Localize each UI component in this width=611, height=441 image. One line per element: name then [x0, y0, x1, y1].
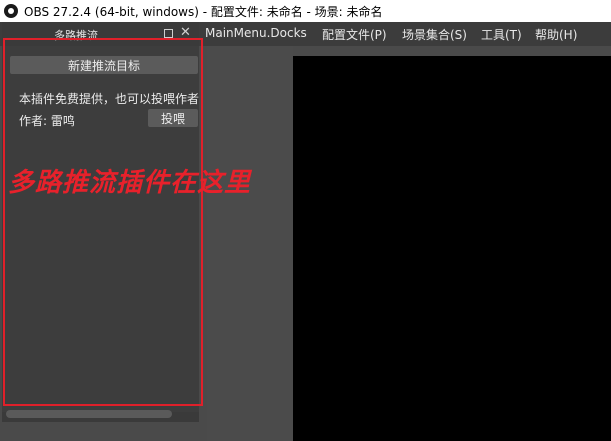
window-title: OBS 27.2.4 (64-bit, windows) - 配置文件: 未命名…: [24, 4, 383, 19]
menu-profile[interactable]: 配置文件(P): [322, 26, 387, 43]
preview-canvas[interactable]: [293, 56, 611, 441]
menu-tools[interactable]: 工具(T): [481, 26, 522, 43]
horizontal-scrollbar[interactable]: [6, 410, 172, 418]
annotation-text: 多路推流插件在这里: [8, 168, 252, 198]
menu-docks[interactable]: MainMenu.Docks: [205, 26, 307, 40]
window-titlebar: OBS 27.2.4 (64-bit, windows) - 配置文件: 未命名…: [0, 0, 611, 22]
dock-area-background: [207, 46, 293, 441]
menu-help[interactable]: 帮助(H): [535, 26, 577, 43]
obs-logo-icon: [4, 4, 18, 18]
menu-scene-collection[interactable]: 场景集合(S): [402, 26, 467, 43]
highlight-box: [3, 38, 203, 406]
float-dock-icon[interactable]: [164, 29, 173, 38]
